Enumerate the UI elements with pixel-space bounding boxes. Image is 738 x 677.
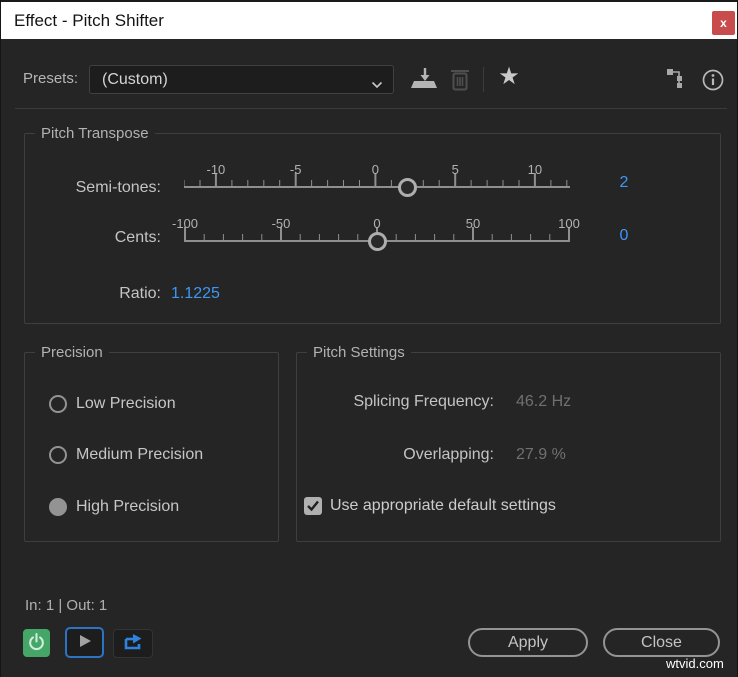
- window-title: Effect - Pitch Shifter: [14, 11, 164, 30]
- loop-play-icon: [123, 633, 143, 654]
- close-icon: x: [720, 16, 727, 30]
- favorite-button[interactable]: ★: [494, 62, 524, 92]
- overlapping-label: Overlapping:: [403, 446, 494, 463]
- slider-thumb[interactable]: [367, 231, 387, 251]
- radio-label: High Precision: [76, 498, 180, 515]
- effect-pitch-shifter-dialog: Effect - Pitch Shifter x Presets: (Custo…: [0, 0, 738, 677]
- semi-tones-label: Semi-tones:: [75, 179, 161, 196]
- semi-tones-slider[interactable]: -10 -5 0 5 10: [184, 160, 570, 200]
- tick-label: -5: [289, 162, 302, 177]
- cents-value[interactable]: 0: [606, 227, 642, 245]
- presets-selected-value: (Custom): [102, 71, 168, 88]
- info-button[interactable]: [701, 68, 725, 92]
- cents-slider[interactable]: -100 -50 0 50 100: [172, 214, 580, 254]
- radio-high-precision[interactable]: High Precision: [49, 498, 179, 516]
- loop-playback-button[interactable]: [113, 629, 153, 658]
- tick-label: 0: [373, 216, 381, 231]
- tick-label: -100: [171, 216, 199, 231]
- use-default-settings-checkbox[interactable]: [304, 497, 322, 515]
- use-default-settings-label: Use appropriate default settings: [330, 497, 556, 514]
- presets-dropdown[interactable]: (Custom): [89, 65, 394, 94]
- close-window-button[interactable]: x: [712, 11, 735, 35]
- save-preset-icon: [410, 68, 438, 94]
- tick-label: 5: [451, 162, 459, 177]
- delete-preset-button[interactable]: [446, 66, 474, 93]
- ratio-value: 1.1225: [171, 285, 220, 302]
- presets-label: Presets:: [23, 70, 79, 87]
- effect-power-toggle[interactable]: [23, 629, 50, 657]
- apply-button[interactable]: Apply: [468, 628, 588, 657]
- radio-icon[interactable]: [49, 498, 67, 516]
- ratio-label: Ratio:: [119, 285, 161, 302]
- tick-label: -50: [271, 216, 291, 231]
- check-icon: [307, 500, 319, 512]
- semi-tones-value[interactable]: 2: [606, 174, 642, 192]
- tick-label: 10: [527, 162, 543, 177]
- channel-map-button[interactable]: [664, 68, 688, 90]
- channel-map-icon: [666, 69, 687, 92]
- splicing-frequency-value: 46.2 Hz: [516, 393, 572, 410]
- tick-label: -10: [206, 162, 226, 177]
- power-icon: [27, 632, 46, 654]
- tick-label: 0: [371, 162, 379, 177]
- header-divider: [15, 108, 727, 109]
- radio-icon[interactable]: [49, 446, 67, 464]
- io-status: In: 1 | Out: 1: [25, 597, 108, 614]
- pitch-transpose-legend: Pitch Transpose: [35, 125, 155, 142]
- save-preset-button[interactable]: [409, 66, 439, 93]
- overlapping-value: 27.9 %: [516, 446, 566, 463]
- tick-label: 50: [465, 216, 481, 231]
- tick-label: 100: [558, 216, 580, 231]
- play-icon: [78, 634, 92, 651]
- toolbar-separator: [483, 67, 484, 92]
- chevron-down-icon: [371, 76, 383, 94]
- titlebar[interactable]: Effect - Pitch Shifter: [1, 2, 737, 39]
- precision-legend: Precision: [35, 344, 109, 361]
- radio-low-precision[interactable]: Low Precision: [49, 395, 176, 413]
- info-icon: [701, 69, 725, 95]
- watermark: wtvid.com: [666, 656, 724, 671]
- pitch-settings-legend: Pitch Settings: [307, 344, 411, 361]
- favorite-star-icon: ★: [498, 63, 520, 90]
- radio-icon[interactable]: [49, 395, 67, 413]
- splicing-frequency-label: Splicing Frequency:: [353, 393, 494, 410]
- close-button[interactable]: Close: [603, 628, 720, 657]
- slider-thumb[interactable]: [397, 177, 417, 197]
- play-preview-button[interactable]: [65, 627, 104, 658]
- delete-preset-icon: [449, 70, 471, 95]
- cents-label: Cents:: [114, 229, 161, 246]
- radio-medium-precision[interactable]: Medium Precision: [49, 446, 203, 464]
- radio-label: Medium Precision: [76, 446, 204, 463]
- radio-label: Low Precision: [76, 395, 176, 412]
